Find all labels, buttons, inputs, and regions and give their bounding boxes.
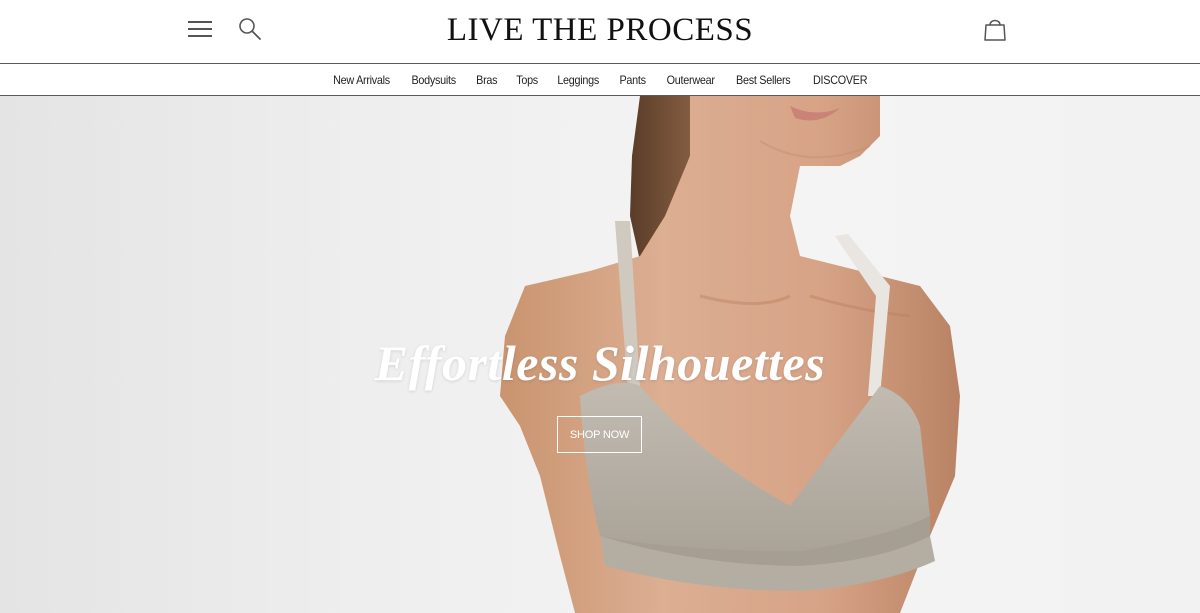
hero-title: Effortless Silhouettes: [374, 335, 826, 391]
search-icon[interactable]: [237, 16, 263, 42]
nav-item-bodysuits[interactable]: Bodysuits: [412, 73, 457, 87]
nav-item-pants[interactable]: Pants: [619, 73, 646, 87]
nav-item-new-arrivals[interactable]: New Arrivals: [333, 73, 390, 87]
shopping-bag-icon[interactable]: [981, 16, 1009, 44]
site-logo[interactable]: LIVE THE PROCESS: [400, 10, 800, 50]
hamburger-menu-icon[interactable]: [186, 18, 214, 40]
site-header: LIVE THE PROCESS: [0, 0, 1200, 63]
shop-now-button[interactable]: SHOP NOW: [557, 416, 642, 453]
main-nav: New Arrivals Bodysuits Bras Tops Legging…: [0, 63, 1200, 96]
nav-item-outerwear[interactable]: Outerwear: [666, 73, 714, 87]
hero-banner[interactable]: Effortless Silhouettes SHOP NOW: [0, 96, 1200, 613]
nav-item-leggings[interactable]: Leggings: [558, 73, 600, 87]
nav-item-discover[interactable]: DISCOVER: [813, 73, 868, 87]
nav-item-best-sellers[interactable]: Best Sellers: [736, 73, 791, 87]
nav-item-tops[interactable]: Tops: [516, 73, 538, 87]
nav-item-bras[interactable]: Bras: [476, 73, 497, 87]
